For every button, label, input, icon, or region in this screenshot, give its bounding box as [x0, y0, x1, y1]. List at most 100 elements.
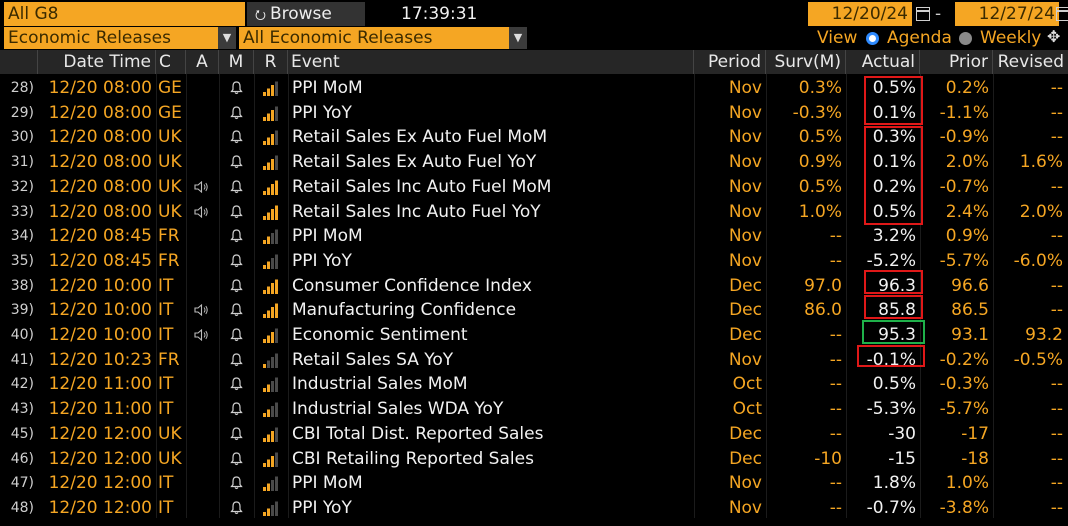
row-event[interactable]: Manufacturing Confidence — [292, 298, 692, 323]
bell-icon[interactable] — [230, 501, 243, 515]
row-event[interactable]: PPI YoY — [292, 101, 692, 126]
bell-icon[interactable] — [230, 402, 243, 416]
end-date-field[interactable]: 12/27/24 — [955, 2, 1059, 26]
bell-icon[interactable] — [230, 106, 243, 120]
agenda-label[interactable]: Agenda — [887, 27, 952, 49]
bell-icon[interactable] — [230, 254, 243, 268]
row-revised: -- — [1050, 127, 1063, 148]
row-index: 35) — [10, 252, 34, 269]
calendar-icon[interactable] — [916, 7, 930, 21]
row-event[interactable]: Retail Sales SA YoY — [292, 348, 692, 373]
row-event[interactable]: CBI Retailing Reported Sales — [292, 447, 692, 472]
row-event[interactable]: Retail Sales Ex Auto Fuel YoY — [292, 150, 692, 175]
bell-icon[interactable] — [230, 278, 243, 293]
row-index: 38) — [10, 277, 34, 294]
row-datetime: 12/20 12:00 — [48, 448, 152, 469]
table-row[interactable]: 45) 12/20 12:00 UK CBI Total Dist. Reported… — [0, 422, 1068, 447]
bell-icon[interactable] — [230, 180, 243, 194]
bell-icon[interactable] — [230, 427, 243, 441]
row-actual: -0.7% — [866, 497, 916, 518]
table-row[interactable]: 46) 12/20 12:00 UK CBI Retailing Reported S… — [0, 447, 1068, 472]
col-survey[interactable]: Surv(M) — [766, 50, 846, 74]
col-actual[interactable]: Actual — [846, 50, 920, 74]
bell-icon[interactable] — [230, 303, 243, 317]
row-period: Nov — [728, 152, 762, 173]
table-row[interactable]: 42) 12/20 11:00 IT Industrial Sales MoM Oct -… — [0, 372, 1068, 397]
agenda-radio[interactable] — [866, 32, 879, 45]
bell-icon[interactable] — [230, 130, 243, 144]
row-revised: -- — [1050, 374, 1063, 395]
bell-icon[interactable] — [230, 328, 243, 342]
bell-icon[interactable] — [230, 229, 243, 243]
row-event[interactable]: Industrial Sales WDA YoY — [292, 397, 692, 422]
weekly-radio[interactable] — [959, 32, 972, 45]
browse-button[interactable]: ⭮ Browse — [247, 2, 365, 26]
subcategory-dropdown[interactable]: All Economic Releases — [239, 27, 509, 49]
row-revised: -- — [1050, 399, 1063, 420]
col-period[interactable]: Period — [694, 50, 766, 74]
table-row[interactable]: 48) 12/20 12:00 IT PPI YoY Nov -- -0.7% -3.8% -- — [0, 496, 1068, 521]
col-country[interactable]: C — [156, 50, 186, 74]
row-datetime: 12/20 12:00 — [48, 473, 152, 494]
row-survey: -10 — [814, 448, 842, 469]
row-event[interactable]: Retail Sales Inc Auto Fuel YoY — [292, 200, 692, 225]
col-prior[interactable]: Prior — [920, 50, 993, 74]
col-my[interactable]: M — [219, 50, 254, 74]
row-country: UK — [158, 152, 182, 173]
row-prior: -0.3% — [939, 374, 989, 395]
row-event[interactable]: PPI YoY — [292, 249, 692, 274]
bell-icon[interactable] — [230, 204, 243, 219]
row-survey: 0.9% — [798, 152, 842, 173]
table-row[interactable]: 43) 12/20 11:00 IT Industrial Sales WDA YoY… — [0, 397, 1068, 422]
start-date-field[interactable]: 12/20/24 — [808, 2, 912, 26]
category-dropdown[interactable]: Economic Releases — [4, 27, 218, 49]
settings-icon[interactable]: ✥ — [1047, 26, 1060, 48]
row-actual: -5.3% — [866, 399, 916, 420]
row-event[interactable]: Economic Sentiment — [292, 323, 692, 348]
row-survey: -- — [829, 250, 842, 271]
row-period: Nov — [728, 497, 762, 518]
col-event[interactable]: Event — [288, 50, 694, 74]
col-alert[interactable]: A — [186, 50, 219, 74]
row-event[interactable]: PPI MoM — [292, 224, 692, 249]
row-actual: 0.5% — [872, 374, 916, 395]
row-event[interactable]: Industrial Sales MoM — [292, 372, 692, 397]
bell-icon[interactable] — [230, 377, 243, 391]
row-event[interactable]: PPI MoM — [292, 76, 692, 101]
bell-icon[interactable] — [230, 81, 243, 95]
calendar-icon[interactable] — [1056, 7, 1068, 21]
row-event[interactable]: Retail Sales Ex Auto Fuel MoM — [292, 125, 692, 150]
row-event[interactable]: Retail Sales Inc Auto Fuel MoM — [292, 175, 692, 200]
row-prior: -0.2% — [939, 349, 989, 370]
row-period: Dec — [729, 448, 762, 469]
weekly-label[interactable]: Weekly — [980, 27, 1041, 49]
row-prior: -3.8% — [939, 497, 989, 518]
browse-icon: ⭮ — [255, 8, 266, 23]
col-relevance[interactable]: R — [254, 50, 288, 74]
row-event[interactable]: Consumer Confidence Index — [292, 274, 692, 299]
row-country: FR — [158, 349, 180, 370]
bell-icon[interactable] — [230, 451, 243, 466]
row-event[interactable]: CBI Total Dist. Reported Sales — [292, 422, 692, 447]
table-row[interactable]: 34) 12/20 08:45 FR PPI MoM Nov -- 3.2% 0.9% -- — [0, 224, 1068, 249]
col-revised[interactable]: Revised — [993, 50, 1068, 74]
table-row[interactable]: 47) 12/20 12:00 IT PPI MoM Nov -- 1.8% 1.0% -- — [0, 471, 1068, 496]
bell-icon[interactable] — [230, 353, 243, 367]
col-datetime[interactable]: Date Time — [38, 50, 156, 74]
row-revised: -- — [1050, 275, 1063, 296]
row-prior: 96.6 — [951, 275, 989, 296]
row-period: Dec — [729, 423, 762, 444]
chevron-down-icon[interactable]: ▼ — [509, 27, 527, 49]
date-separator: - — [935, 4, 942, 24]
bell-icon[interactable] — [230, 155, 243, 169]
bell-icon[interactable] — [230, 476, 243, 490]
row-index: 46) — [10, 450, 34, 467]
row-event[interactable]: PPI YoY — [292, 496, 692, 521]
chevron-down-icon[interactable]: ▼ — [218, 27, 236, 49]
row-event[interactable]: PPI MoM — [292, 471, 692, 496]
row-period: Nov — [728, 473, 762, 494]
region-field[interactable]: All G8 — [4, 2, 245, 26]
row-datetime: 12/20 08:45 — [48, 226, 152, 247]
row-prior: -5.7% — [939, 250, 989, 271]
row-country: FR — [158, 226, 180, 247]
